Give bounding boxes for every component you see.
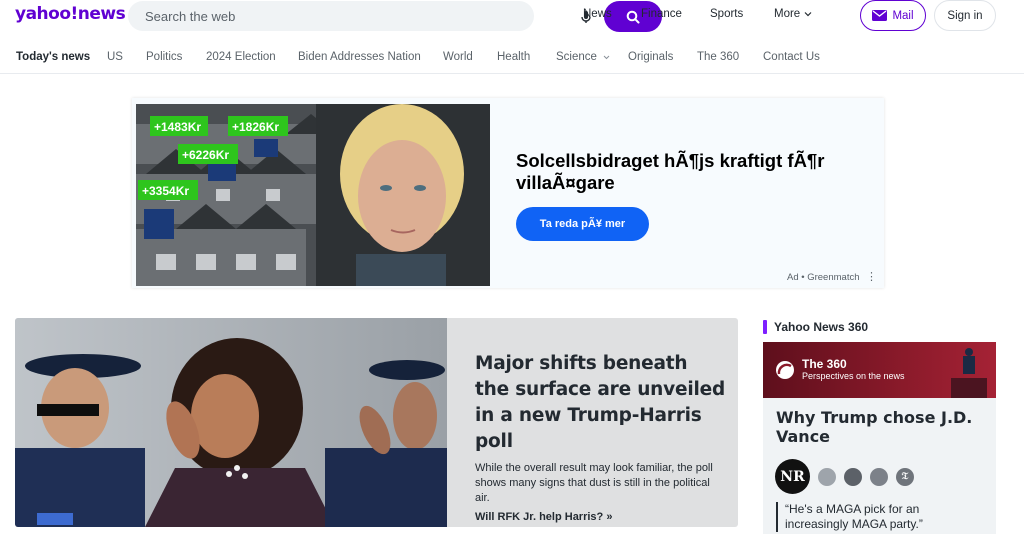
subnav-the-360[interactable]: The 360 <box>697 51 739 63</box>
chevron-down-icon <box>804 12 812 17</box>
ad-headline[interactable]: Solcellsbidraget hÃ¶js kraftigt fÃ¶r vil… <box>516 150 856 194</box>
section-accent-bar <box>763 320 767 334</box>
yahoo-news-logo[interactable]: yahoo!news <box>15 4 126 24</box>
more-options-icon[interactable]: ⋮ <box>866 270 877 283</box>
hero-headline[interactable]: Major shifts beneath the surface are unv… <box>475 351 725 455</box>
the-360-logo-icon <box>776 361 794 379</box>
search-icon <box>626 10 640 23</box>
subnav-politics[interactable]: Politics <box>146 51 182 63</box>
nav-finance[interactable]: Finance <box>641 8 682 20</box>
ad-price-tag: +1826Kr <box>232 120 279 134</box>
subnav-biden-addresses-nation[interactable]: Biden Addresses Nation <box>298 51 421 63</box>
top-header: yahoo!news News Finance Sports More Mail… <box>0 0 1024 40</box>
hero-text-block: Major shifts beneath the surface are unv… <box>475 351 725 523</box>
search-input[interactable] <box>145 7 435 25</box>
subnav-health[interactable]: Health <box>497 51 530 63</box>
source-logo-icon[interactable] <box>844 467 862 486</box>
the-360-subtitle: Perspectives on the news <box>802 371 905 381</box>
sponsored-ad[interactable]: +1483Kr +1826Kr +6226Kr +3354Kr Solcells… <box>132 98 884 288</box>
ad-price-tag: +3354Kr <box>142 184 189 198</box>
ad-price-tag: +6226Kr <box>182 148 229 162</box>
statue-icon <box>951 348 987 398</box>
nav-sports[interactable]: Sports <box>710 8 743 20</box>
sign-in-button[interactable]: Sign in <box>934 0 996 31</box>
nav-more[interactable]: More <box>774 8 812 20</box>
national-review-logo-icon[interactable]: NR <box>775 459 810 494</box>
nav-news[interactable]: News <box>583 8 612 20</box>
subnav-todays-news[interactable]: Today's news <box>16 51 90 63</box>
ad-sponsor-label: Ad • Greenmatch <box>787 272 860 283</box>
source-logo-icon[interactable] <box>870 467 888 486</box>
subnav-world[interactable]: World <box>443 51 473 63</box>
subnav-science[interactable]: Science <box>556 51 610 63</box>
subnav-us[interactable]: US <box>107 51 123 63</box>
envelope-icon <box>872 10 888 21</box>
section-nav: Today's news US Politics 2024 Election B… <box>0 40 1024 74</box>
chevron-down-icon <box>603 55 610 60</box>
related-story-link[interactable]: Will RFK Jr. help Harris? » <box>475 511 725 523</box>
subnav-2024-election[interactable]: 2024 Election <box>206 51 276 63</box>
subnav-originals[interactable]: Originals <box>628 51 673 63</box>
source-badge-text: NR <box>780 468 805 485</box>
the-360-card[interactable]: The 360 Perspectives on the news Why Tru… <box>763 342 996 534</box>
ad-cta-button[interactable]: Ta reda pÃ¥ mer <box>516 207 649 241</box>
ad-price-tag: +1483Kr <box>154 120 201 134</box>
hero-summary: While the overall result may look famili… <box>475 462 713 504</box>
ad-image: +1483Kr +1826Kr +6226Kr +3354Kr <box>136 104 490 286</box>
source-list: NR 𝔗 <box>775 459 914 494</box>
hero-image <box>15 318 447 527</box>
subnav-science-label: Science <box>556 51 597 63</box>
mail-label: Mail <box>892 9 914 22</box>
nav-more-label: More <box>774 8 801 20</box>
the-360-title: The 360 <box>802 357 847 371</box>
subnav-contact-us[interactable]: Contact Us <box>763 51 820 63</box>
source-logo-icon[interactable] <box>818 467 836 486</box>
section-heading: Yahoo News 360 <box>774 320 869 334</box>
card-quote: “He's a MAGA pick for an increasingly MA… <box>776 502 986 532</box>
hero-story[interactable]: Major shifts beneath the surface are unv… <box>15 318 738 527</box>
card-headline[interactable]: Why Trump chose J.D. Vance <box>776 408 991 446</box>
search-box <box>128 1 662 32</box>
mail-button[interactable]: Mail <box>860 0 926 31</box>
nyt-logo-icon[interactable]: 𝔗 <box>896 467 914 486</box>
the-360-banner: The 360 Perspectives on the news <box>763 342 996 398</box>
